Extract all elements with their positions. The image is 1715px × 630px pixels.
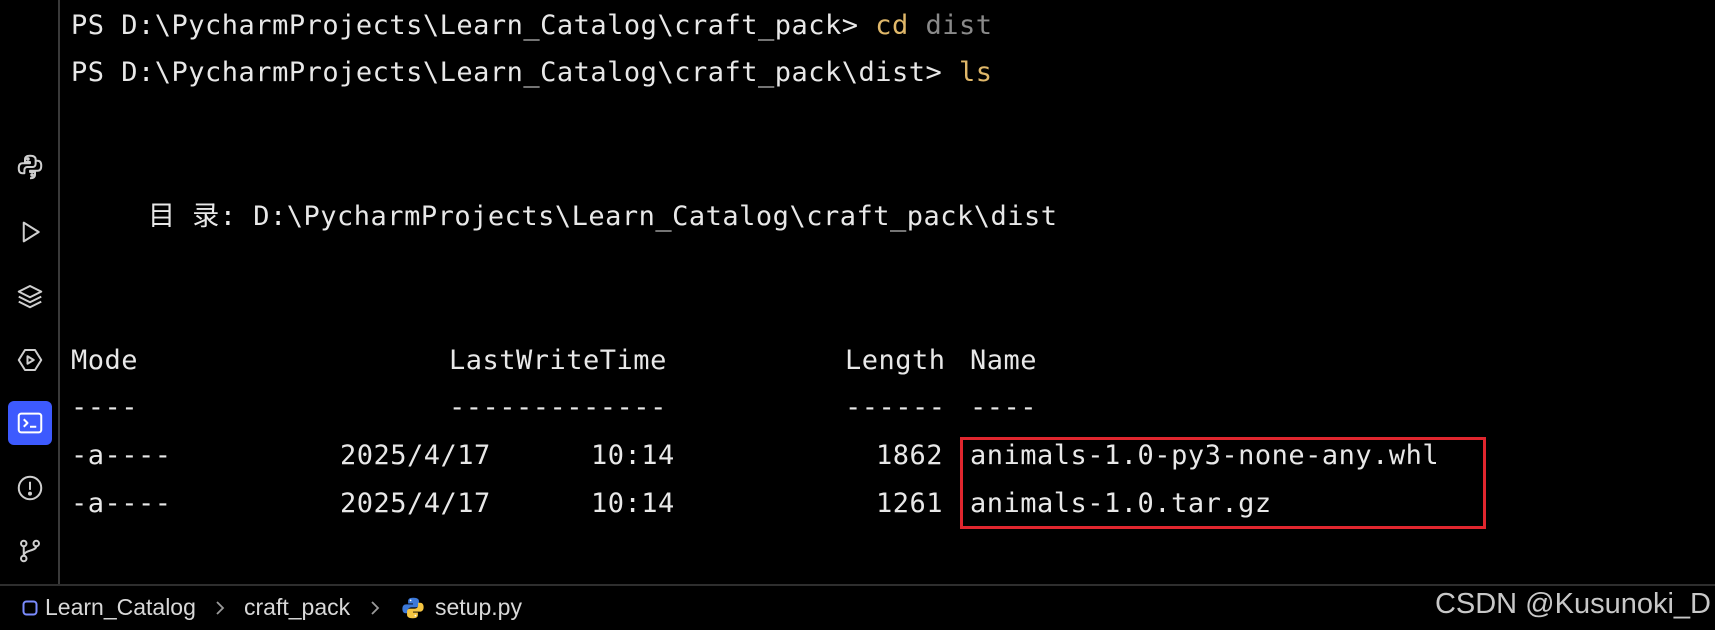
row-mode: -a---- (71, 488, 172, 519)
directory-line: 目 录: D:\PycharmProjects\Learn_Catalog\cr… (148, 201, 1058, 232)
row-length: 1862 (876, 440, 944, 471)
header-name: Name (970, 345, 1038, 376)
underline-length: ------ (845, 392, 946, 423)
python-console-icon[interactable] (8, 145, 52, 189)
python-file-icon (402, 597, 424, 618)
command-text: cd (875, 10, 909, 41)
watermark: CSDN @Kusunoki_D (1434, 588, 1711, 620)
ide-window: PS D:\PycharmProjects\Learn_Catalog\craf… (0, 0, 1715, 630)
command-text: ls (959, 57, 993, 88)
header-mode: Mode (71, 345, 139, 376)
terminal-icon[interactable] (8, 401, 52, 445)
argument-text: dist (908, 10, 993, 41)
breadcrumb-label: craft_pack (244, 594, 351, 620)
activity-bar (0, 0, 60, 584)
prompt-line-1: PS D:\PycharmProjects\Learn_Catalog\craf… (71, 9, 993, 43)
header-last-write-time: LastWriteTime (449, 345, 667, 376)
breadcrumb-item-file[interactable]: setup.py (400, 594, 522, 621)
folder-icon (22, 600, 38, 615)
prompt-text: PS D:\PycharmProjects\Learn_Catalog\craf… (71, 10, 876, 41)
prompt-text: PS D:\PycharmProjects\Learn_Catalog\craf… (71, 57, 960, 88)
breadcrumb-label: setup.py (435, 594, 522, 620)
row-time: 10:14 (591, 440, 675, 471)
breadcrumb-item-folder[interactable]: craft_pack (244, 594, 350, 621)
highlight-box (960, 437, 1486, 529)
row-mode: -a---- (71, 440, 172, 471)
prompt-line-2: PS D:\PycharmProjects\Learn_Catalog\craf… (71, 56, 993, 90)
breadcrumb-label: Learn_Catalog (45, 594, 196, 620)
row-length: 1261 (876, 488, 944, 519)
row-date: 2025/4/17 (340, 440, 491, 471)
header-length: Length (845, 345, 946, 376)
layers-icon[interactable] (8, 274, 52, 318)
chevron-right-icon (216, 601, 225, 615)
breadcrumb-item-project[interactable]: Learn_Catalog (22, 594, 196, 621)
git-icon[interactable] (8, 529, 52, 573)
underline-name: ---- (970, 392, 1038, 423)
underline-last-write-time: ------------- (449, 392, 667, 423)
breadcrumb: Learn_Catalog craft_pack setup.py CSDN @… (0, 584, 1715, 630)
services-icon[interactable] (8, 338, 52, 382)
underline-mode: ---- (71, 392, 139, 423)
chevron-right-icon (371, 601, 380, 615)
row-date: 2025/4/17 (340, 488, 491, 519)
row-time: 10:14 (591, 488, 675, 519)
problems-icon[interactable] (8, 466, 52, 510)
run-icon[interactable] (8, 210, 52, 254)
